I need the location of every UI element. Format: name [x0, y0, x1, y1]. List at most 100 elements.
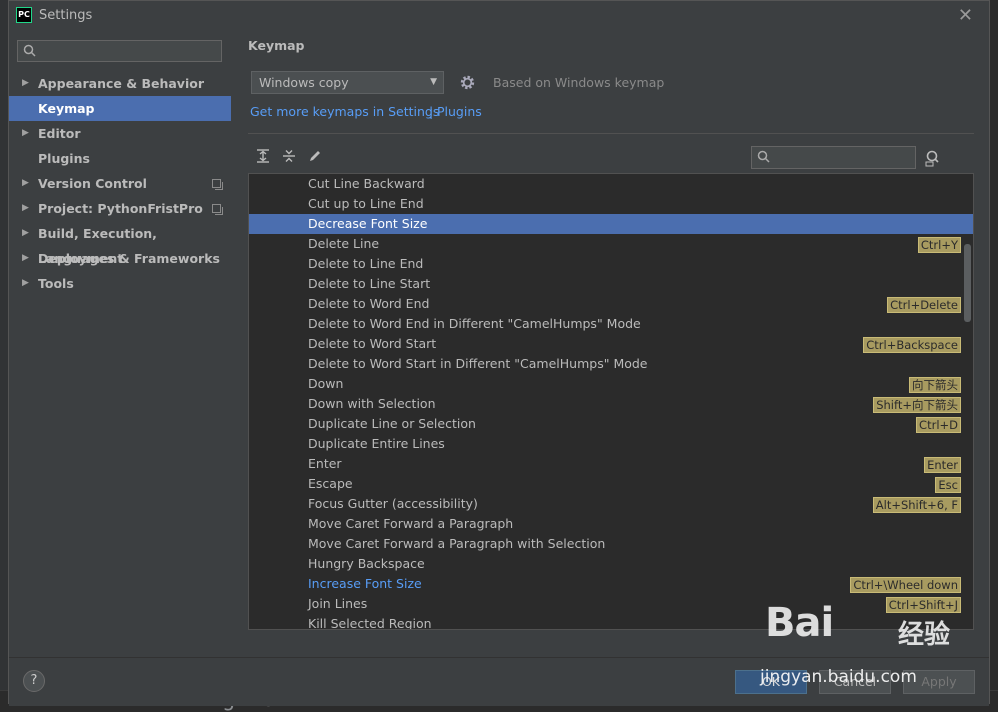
action-label: Move Caret Forward a Paragraph with Sele… — [308, 536, 606, 551]
shortcut-badge: Enter — [924, 457, 961, 473]
expand-arrow-icon: ▶ — [22, 228, 29, 238]
action-row[interactable]: Cut up to Line End — [249, 194, 973, 214]
action-label: Focus Gutter (accessibility) — [308, 496, 478, 511]
settings-search-input[interactable] — [17, 40, 222, 62]
watermark-url: jingyan.baidu.com — [760, 667, 917, 687]
action-row[interactable]: Delete to Word End Ctrl+Delete — [249, 294, 973, 314]
shortcut-badge: Alt+Shift+6, F — [872, 497, 961, 513]
action-label: Duplicate Line or Selection — [308, 416, 476, 431]
gear-icon[interactable] — [459, 74, 476, 91]
get-more-keymaps-link[interactable]: Get more keymaps in Settings — [250, 104, 439, 119]
expand-all-icon[interactable] — [255, 148, 271, 164]
title-bar: PC Settings ✕ — [9, 1, 989, 31]
nav-keymap[interactable]: Keymap — [9, 96, 231, 121]
action-label: Delete to Word Start — [308, 336, 437, 351]
expand-arrow-icon: ▶ — [22, 203, 29, 213]
action-row[interactable]: Delete to Line End — [249, 254, 973, 274]
action-label: Cut Line Backward — [308, 176, 425, 191]
action-label: Delete Line — [308, 236, 380, 251]
action-row[interactable]: Hungry Backspace — [249, 554, 973, 574]
nav-editor[interactable]: ▶ Editor — [9, 121, 231, 146]
keymap-panel: Keymap Windows copy ▼ Based on Windows k… — [231, 31, 989, 651]
nav-plugins[interactable]: Plugins — [9, 146, 231, 171]
action-label: Down with Selection — [308, 396, 436, 411]
action-label: Duplicate Entire Lines — [308, 436, 445, 451]
nav-build-execution-deployment[interactable]: ▶ Build, Execution, Deployment — [9, 221, 231, 266]
expand-arrow-icon: ▶ — [22, 253, 29, 263]
nav-appearance-behavior[interactable]: ▶ Appearance & Behavior — [9, 71, 231, 96]
shortcut-badge: Shift+向下箭头 — [873, 397, 961, 413]
based-on-label: Based on Windows keymap — [493, 75, 665, 90]
action-row[interactable]: Enter Enter — [249, 454, 973, 474]
nav-languages-frameworks[interactable]: ▶ Languages & Frameworks — [9, 246, 231, 271]
action-row[interactable]: Delete to Word Start in Different "Camel… — [249, 354, 973, 374]
action-row[interactable]: Delete to Word Start Ctrl+Backspace — [249, 334, 973, 354]
shortcut-badge: Ctrl+Backspace — [863, 337, 961, 353]
action-label: Escape — [308, 476, 353, 491]
find-by-shortcut-icon[interactable] — [925, 149, 943, 167]
action-search-input[interactable] — [751, 146, 916, 169]
watermark-brand: Bai — [765, 600, 834, 646]
expand-arrow-icon: ▶ — [22, 278, 29, 288]
action-label: Kill Selected Region — [308, 616, 432, 630]
expand-arrow-icon: ▶ — [22, 128, 29, 138]
help-button[interactable]: ? — [23, 670, 45, 692]
divider — [248, 133, 974, 134]
chevron-down-icon: ▼ — [430, 77, 437, 87]
settings-sidebar: ▶ Appearance & Behavior Keymap ▶ Editor Pl… — [9, 31, 231, 651]
action-label: Delete to Word Start in Different "Camel… — [308, 356, 648, 371]
action-label: Increase Font Size — [308, 576, 422, 591]
action-row[interactable]: Escape Esc — [249, 474, 973, 494]
page-title: Keymap — [248, 38, 305, 53]
action-row[interactable]: Delete to Line Start — [249, 274, 973, 294]
action-row[interactable]: Down with Selection Shift+向下箭头 — [249, 394, 973, 414]
settings-nav: ▶ Appearance & Behavior Keymap ▶ Editor Pl… — [9, 71, 231, 296]
shortcut-badge: Ctrl+Y — [917, 237, 961, 253]
action-row[interactable]: Increase Font Size Ctrl+\Wheel down — [249, 574, 973, 594]
search-icon — [23, 44, 36, 57]
window-title: Settings — [39, 8, 93, 23]
action-row[interactable]: Down 向下箭头 — [249, 374, 973, 394]
action-row[interactable]: Delete to Word End in Different "CamelHu… — [249, 314, 973, 334]
action-label: Move Caret Forward a Paragraph — [308, 516, 514, 531]
action-label: Decrease Font Size — [308, 216, 428, 231]
action-row[interactable]: Cut Line Backward — [249, 174, 973, 194]
collapse-all-icon[interactable] — [281, 148, 297, 164]
action-row[interactable]: Focus Gutter (accessibility) Alt+Shift+6,… — [249, 494, 973, 514]
shortcut-badge: Ctrl+Delete — [887, 297, 961, 313]
action-row[interactable]: Delete Line Ctrl+Y — [249, 234, 973, 254]
action-row[interactable]: Move Caret Forward a Paragraph with Sele… — [249, 534, 973, 554]
expand-arrow-icon: ▶ — [22, 178, 29, 188]
close-icon[interactable]: ✕ — [958, 5, 973, 26]
project-scope-icon — [212, 179, 223, 190]
nav-project[interactable]: ▶ Project: PythonFristPro — [9, 196, 231, 221]
action-label: Delete to Line End — [308, 256, 424, 271]
action-label: Delete to Word End — [308, 296, 430, 311]
watermark-brand-zh: 经验 — [898, 620, 951, 650]
action-label: Delete to Word End in Different "CamelHu… — [308, 316, 641, 331]
action-label: Join Lines — [308, 596, 368, 611]
project-scope-icon — [212, 204, 223, 215]
action-row[interactable]: Decrease Font Size — [249, 214, 973, 234]
edit-pencil-icon[interactable] — [307, 148, 323, 164]
action-label: Cut up to Line End — [308, 196, 424, 211]
action-label: Down — [308, 376, 344, 391]
action-row[interactable]: Duplicate Entire Lines — [249, 434, 973, 454]
action-row[interactable]: Move Caret Forward a Paragraph — [249, 514, 973, 534]
shortcut-badge: Ctrl+D — [916, 417, 961, 433]
search-icon — [757, 150, 770, 163]
action-label: Hungry Backspace — [308, 556, 425, 571]
plugins-link[interactable]: Plugins — [437, 104, 482, 119]
pycharm-app-icon: PC — [16, 7, 32, 23]
tree-scrollbar[interactable] — [964, 244, 971, 322]
link-separator: | — [429, 104, 434, 119]
shortcut-badge: 向下箭头 — [909, 377, 961, 393]
baidu-watermark: Bai 经验 jingyan.baidu.com — [760, 600, 990, 695]
keymap-actions-tree[interactable]: Cut Line Backward Cut up to Line End Decre… — [248, 173, 974, 630]
nav-tools[interactable]: ▶ Tools — [9, 271, 231, 296]
nav-version-control[interactable]: ▶ Version Control — [9, 171, 231, 196]
action-row[interactable]: Duplicate Line or Selection Ctrl+D — [249, 414, 973, 434]
shortcut-badge: Esc — [935, 477, 961, 493]
keymap-scheme-select[interactable]: Windows copy ▼ — [251, 71, 444, 94]
expand-arrow-icon: ▶ — [22, 78, 29, 88]
